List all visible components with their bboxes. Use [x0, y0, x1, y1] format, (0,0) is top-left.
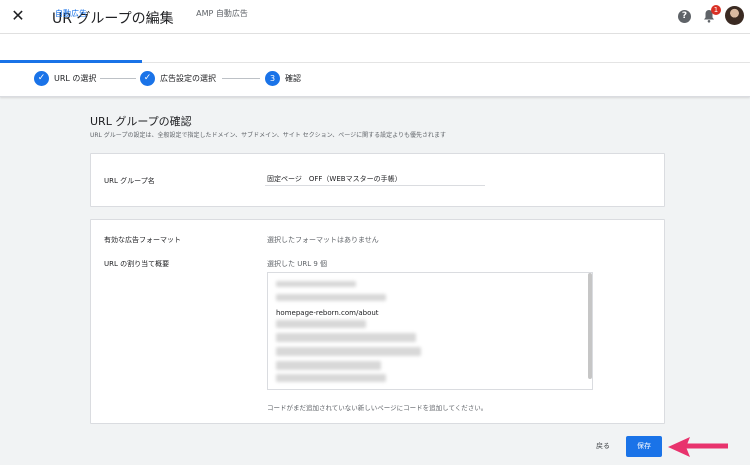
group-name-value: 固定ページ OFF（WEBマスターの手帳） — [267, 175, 402, 183]
step-connector — [100, 78, 136, 79]
step-1-label[interactable]: URL の選択 — [54, 73, 96, 84]
code-note: コードがまだ追加されていない新しいページにコードを追加してください。 — [267, 404, 488, 412]
step-connector — [222, 78, 260, 79]
step-2-label[interactable]: 広告設定の選択 — [160, 73, 216, 84]
annotation-arrow-icon — [668, 437, 728, 457]
stepper — [0, 63, 750, 97]
blurred-url — [276, 294, 386, 301]
step-1-check-icon[interactable]: ✓ — [34, 71, 49, 86]
tab-amp-auto-ads[interactable]: AMP 自動広告 — [142, 8, 302, 19]
blurred-url — [276, 281, 356, 287]
notification-badge: 1 — [711, 5, 721, 15]
step-3-label: 確認 — [285, 74, 301, 83]
blurred-url — [276, 320, 366, 328]
tab-bar — [0, 34, 750, 63]
url-list-scrollbar[interactable] — [588, 273, 592, 379]
selected-url-count: 選択した URL 9 個 — [267, 260, 328, 268]
save-button[interactable]: 保存 — [626, 436, 662, 457]
url-list[interactable] — [267, 272, 593, 390]
url-assign-label: URL の割り当て概要 — [104, 260, 170, 268]
blurred-url — [276, 347, 421, 356]
help-icon[interactable]: ? — [678, 10, 691, 23]
section-heading: URL グループの確認 — [90, 115, 192, 128]
tab-auto-ads[interactable]: 自動広告 — [0, 8, 142, 19]
blurred-url — [276, 374, 386, 382]
back-button[interactable]: 戻る — [587, 437, 619, 455]
avatar[interactable] — [725, 6, 744, 25]
group-name-underline — [265, 185, 485, 186]
section-description: URL グループの設定は、全般設定で指定したドメイン、サブドメイン、サイト セク… — [90, 132, 447, 139]
step-2-check-icon[interactable]: ✓ — [140, 71, 155, 86]
blurred-url — [276, 361, 381, 370]
formats-label: 有効な広告フォーマット — [104, 236, 181, 244]
group-name-label: URL グループ名 — [104, 177, 155, 185]
blurred-url — [276, 333, 416, 342]
step-3-number: 3 — [265, 71, 280, 86]
url-list-item: homepage-reborn.com/about — [276, 309, 379, 317]
formats-value: 選択したフォーマットはありません — [267, 236, 379, 244]
